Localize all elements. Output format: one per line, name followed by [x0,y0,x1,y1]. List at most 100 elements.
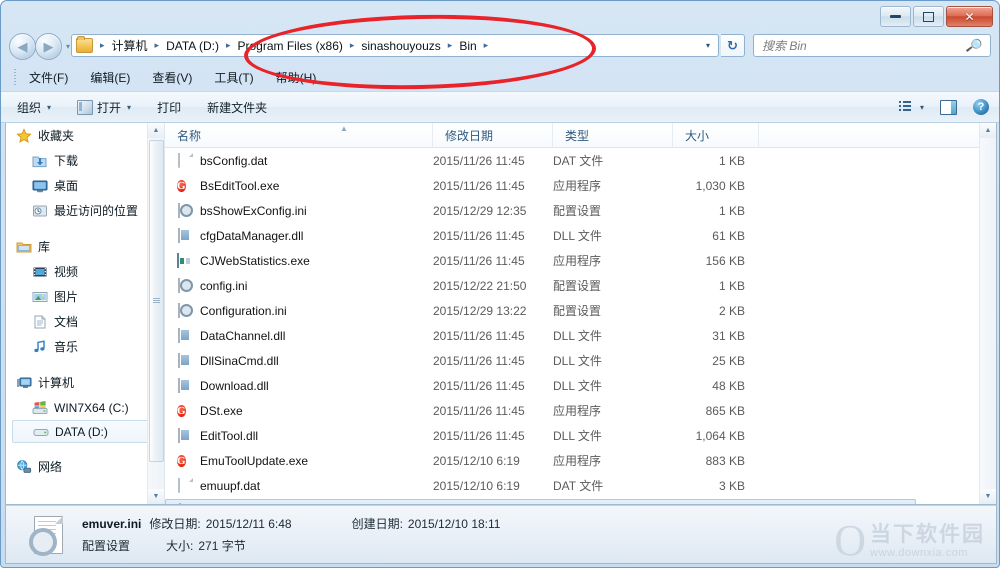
scroll-up-arrow-icon[interactable]: ▲ [980,123,996,138]
download-icon [32,153,48,169]
ini-settings-icon [177,277,193,294]
sidebar-item-documents[interactable]: 文档 [6,309,164,334]
chevron-down-icon[interactable]: ▾ [920,103,924,112]
print-button[interactable]: 打印 [147,95,191,119]
navigation-pane: 收藏夹 下载 桌面 最近访问的位置 库 视频 图片 文档 音乐 计算机 WIN7… [6,123,165,504]
search-input[interactable]: 搜索 Bin [754,37,807,54]
column-header-date-modified[interactable]: 修改日期 [433,123,553,147]
breadcrumb-separator-icon: ▸ [349,40,355,50]
sidebar-item-desktop[interactable]: 桌面 [6,173,164,198]
breadcrumb-item-computer[interactable]: 计算机 [110,37,150,54]
sidebar-item-music[interactable]: 音乐 [6,334,164,359]
navigation-pane-scrollbar[interactable]: ▲ ▼ [147,123,164,504]
change-view-button[interactable]: ▾ [898,101,924,113]
file-date-cell: 2015/12/29 13:22 [433,303,527,318]
sidebar-group-favorites[interactable]: 收藏夹 [6,123,164,148]
sidebar-item-videos[interactable]: 视频 [6,259,164,284]
close-icon: ✕ [964,9,975,24]
breadcrumb-item-data-drive[interactable]: DATA (D:) [164,39,221,53]
breadcrumb-item-bin[interactable]: Bin [457,39,478,53]
open-button[interactable]: 打开 ▾ [67,95,141,119]
file-name-text: bsConfig.dat [200,153,268,168]
table-row[interactable]: G EmuToolUpdate.exe 2015/12/10 6:19 应用程序 883… [165,448,996,473]
sidebar-label: 桌面 [54,179,79,193]
file-date-cell: 2015/12/29 12:35 [433,203,527,218]
table-row[interactable]: DataChannel.dll 2015/11/26 11:45 DLL 文件 31 … [165,323,996,348]
table-row[interactable]: Download.dll 2015/11/26 11:45 DLL 文件 48 KB [165,373,996,398]
details-created-label: 创建日期: [351,517,403,531]
file-name-text: BsEditTool.exe [200,178,280,193]
menu-item-help[interactable]: 帮助(H) [276,69,317,86]
application-g-icon: G [177,404,186,417]
sidebar-item-downloads[interactable]: 下载 [6,148,164,173]
address-bar[interactable]: ▸ 计算机 ▸ DATA (D:) ▸ Program Files (x86) … [71,34,719,57]
column-header-type[interactable]: 类型 [553,123,673,147]
scroll-up-arrow-icon[interactable]: ▲ [148,123,164,138]
file-name-cell: DllSinaCmd.dll [165,352,433,369]
file-name-cell: config.ini [165,277,433,294]
refresh-button[interactable]: ↻ [721,34,745,57]
file-date-cell: 2015/11/26 11:45 [433,328,525,343]
scroll-down-arrow-icon[interactable]: ▼ [148,489,164,504]
table-row[interactable]: G DSt.exe 2015/11/26 11:45 应用程序 865 KB [165,398,996,423]
back-arrow-icon: ◀ [17,39,28,54]
sidebar-group-libraries[interactable]: 库 [6,234,164,259]
chevron-down-icon[interactable]: ▾ [706,41,718,50]
breadcrumb-item-sinashouyouzs[interactable]: sinashouyouzs [359,39,442,53]
scroll-down-arrow-icon[interactable]: ▼ [980,489,996,504]
help-icon[interactable]: ? [973,99,989,115]
table-row[interactable]: DllSinaCmd.dll 2015/11/26 11:45 DLL 文件 25 K… [165,348,996,373]
sidebar-group-computer[interactable]: 计算机 [6,370,164,395]
file-date-cell: 2015/12/11 6:48 [434,504,554,505]
scrollbar-thumb[interactable] [149,140,164,462]
search-box[interactable]: 搜索 Bin 🔍 [753,34,991,57]
preview-pane-icon[interactable] [940,99,957,115]
menu-item-tools[interactable]: 工具(T) [214,69,253,86]
menu-item-file[interactable]: 文件(F) [29,69,68,86]
minimize-button[interactable] [880,6,911,27]
sidebar-group-network[interactable]: 网络 [6,454,164,479]
file-type-cell: 应用程序 [553,404,602,418]
back-button[interactable]: ◀ [9,33,36,60]
menu-item-edit[interactable]: 编辑(E) [90,69,130,86]
file-name-cell: DataChannel.dll [165,327,433,344]
table-row[interactable]: CJWebStatistics.exe 2015/11/26 11:45 应用程序 1… [165,248,996,273]
table-row[interactable]: config.ini 2015/12/22 21:50 配置设置 1 KB [165,273,996,298]
file-name-cell: bsShowExConfig.ini [165,202,433,219]
pictures-icon [32,289,48,305]
file-type-cell: DLL 文件 [553,379,602,393]
sidebar-label: WIN7X64 (C:) [54,400,129,415]
column-label: 类型 [565,128,590,143]
table-row[interactable]: bsShowExConfig.ini 2015/12/29 12:35 配置设置 1 … [165,198,996,223]
open-label: 打开 [97,100,122,115]
watermark: O 当下软件园 www.downxia.com [834,519,985,563]
organize-button[interactable]: 组织 ▾ [7,95,61,119]
history-dropdown-icon[interactable]: ▾ [66,42,70,51]
table-row[interactable]: cfgDataManager.dll 2015/11/26 11:45 DLL 文件… [165,223,996,248]
breadcrumb-item-program-files[interactable]: Program Files (x86) [236,39,345,53]
close-button[interactable]: ✕ [946,6,993,27]
file-size-cell: 3 KB [718,478,745,493]
table-row[interactable]: emuupf.dat 2015/12/10 6:19 DAT 文件 3 KB [165,473,996,498]
file-list-scrollbar[interactable]: ▲ ▼ [979,123,996,504]
menu-item-view[interactable]: 查看(V) [152,69,192,86]
details-file-name: emuver.ini [82,516,142,531]
sidebar-item-win7x64-c[interactable]: WIN7X64 (C:) [6,395,164,420]
dll-icon [177,327,193,344]
column-header-size[interactable]: 大小 [673,123,759,147]
table-row[interactable]: Configuration.ini 2015/12/29 13:22 配置设置 2 K… [165,298,996,323]
table-row[interactable]: emuver.ini 2015/12/11 6:48配置设置1 KB [165,498,996,504]
table-row[interactable]: bsConfig.dat 2015/11/26 11:45 DAT 文件 1 KB [165,148,996,173]
breadcrumb-separator-icon: ▸ [225,40,231,50]
sidebar-item-recent-places[interactable]: 最近访问的位置 [6,198,164,223]
column-header-name[interactable]: 名称 ▲ [165,123,433,147]
table-row[interactable]: G BsEditTool.exe 2015/11/26 11:45 应用程序 1,030… [165,173,996,198]
table-row[interactable]: EditTool.dll 2015/11/26 11:45 DLL 文件 1,064 … [165,423,996,448]
sidebar-item-pictures[interactable]: 图片 [6,284,164,309]
file-type-cell: DAT 文件 [553,154,604,168]
maximize-button[interactable] [913,6,944,27]
sidebar-item-data-d[interactable]: DATA (D:) [12,420,160,443]
new-folder-button[interactable]: 新建文件夹 [197,95,277,119]
forward-button[interactable]: ▶ [35,33,62,60]
file-size-cell: 1 KB [718,153,745,168]
